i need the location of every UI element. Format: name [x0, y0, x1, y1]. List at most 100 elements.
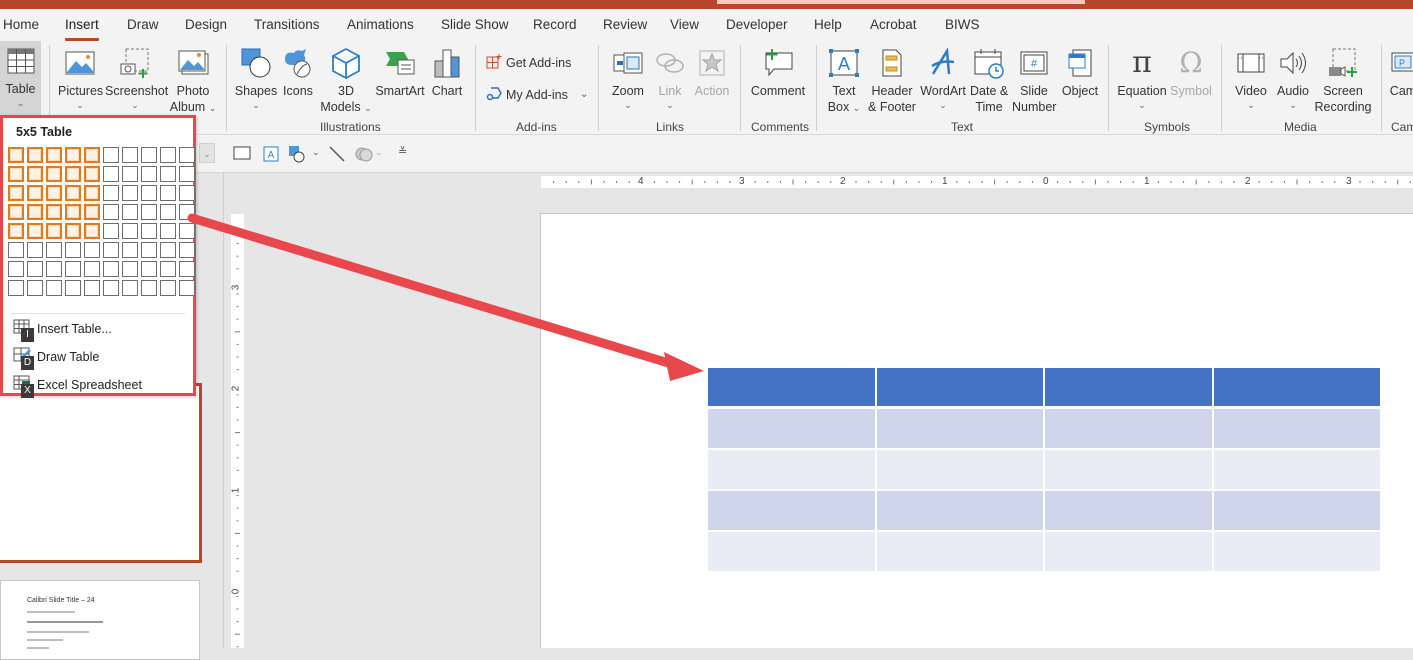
table-cell[interactable] [708, 491, 877, 532]
grid-cell[interactable] [8, 147, 24, 163]
table-cell[interactable] [876, 409, 1045, 450]
grid-cell[interactable] [141, 261, 157, 277]
grid-cell[interactable] [160, 223, 176, 239]
grid-cell[interactable] [141, 223, 157, 239]
grid-cell[interactable] [8, 223, 24, 239]
more-options-icon[interactable]: ≚ [398, 145, 407, 158]
screenshot-button[interactable]: Screenshot ⌄ [105, 43, 168, 111]
grid-cell[interactable] [84, 280, 100, 296]
header-footer-button[interactable]: Header & Footer [866, 43, 918, 115]
grid-cell[interactable] [179, 166, 195, 182]
get-addins-button[interactable]: Get Add-ins [486, 53, 571, 72]
table-cell[interactable] [708, 450, 877, 491]
icons-button[interactable]: Icons [281, 43, 315, 99]
grid-cell[interactable] [122, 280, 138, 296]
symbol-button[interactable]: Ω Symbol [1168, 43, 1214, 99]
grid-cell[interactable] [179, 242, 195, 258]
grid-cell[interactable] [84, 166, 100, 182]
grid-cell[interactable] [141, 166, 157, 182]
grid-cell[interactable] [65, 185, 81, 201]
grid-cell[interactable] [122, 166, 138, 182]
shapes-button[interactable]: Shapes ⌄ [234, 43, 278, 111]
grid-cell[interactable] [27, 280, 43, 296]
grid-cell[interactable] [27, 166, 43, 182]
table-cell[interactable] [1213, 491, 1382, 532]
grid-cell[interactable] [65, 166, 81, 182]
table-cell[interactable] [1213, 532, 1382, 573]
table-cell[interactable] [876, 532, 1045, 573]
tab-slide-show[interactable]: Slide Show [441, 17, 509, 32]
grid-cell[interactable] [8, 280, 24, 296]
grid-cell[interactable] [46, 166, 62, 182]
tab-acrobat[interactable]: Acrobat [870, 17, 917, 32]
table-cell[interactable] [1045, 532, 1214, 573]
search-box[interactable] [717, 0, 1085, 4]
arrange-icon[interactable]: ⌄ [354, 145, 384, 168]
photo-album-button[interactable]: Photo Album ⌄ [168, 43, 218, 115]
grid-cell[interactable] [103, 185, 119, 201]
grid-cell[interactable] [84, 261, 100, 277]
grid-cell[interactable] [141, 147, 157, 163]
slide-number-button[interactable]: # Slide Number [1012, 43, 1056, 115]
3d-models-button[interactable]: 3D Models ⌄ [320, 43, 372, 115]
grid-cell[interactable] [27, 204, 43, 220]
table-cell[interactable] [1213, 368, 1382, 409]
slide-thumbnail-1-selected[interactable] [0, 383, 202, 563]
grid-cell[interactable] [141, 185, 157, 201]
grid-cell[interactable] [84, 147, 100, 163]
grid-cell[interactable] [8, 166, 24, 182]
action-button[interactable]: Action [692, 43, 732, 99]
grid-cell[interactable] [160, 204, 176, 220]
grid-cell[interactable] [46, 242, 62, 258]
grid-cell[interactable] [27, 223, 43, 239]
grid-cell[interactable] [65, 223, 81, 239]
grid-cell[interactable] [65, 147, 81, 163]
tab-help[interactable]: Help [814, 17, 842, 32]
smartart-button[interactable]: SmartArt [374, 43, 426, 99]
grid-cell[interactable] [160, 166, 176, 182]
table-cell[interactable] [708, 409, 877, 450]
grid-cell[interactable] [65, 261, 81, 277]
rectangle-shape-icon[interactable] [233, 145, 251, 166]
grid-cell[interactable] [160, 261, 176, 277]
grid-cell[interactable] [46, 185, 62, 201]
grid-cell[interactable] [27, 147, 43, 163]
grid-cell[interactable] [65, 204, 81, 220]
video-button[interactable]: Video ⌄ [1232, 43, 1270, 111]
insert-table-menu-item[interactable]: I Insert Table... [11, 319, 112, 342]
table-cell[interactable] [1045, 450, 1214, 491]
grid-cell[interactable] [160, 147, 176, 163]
grid-cell[interactable] [179, 147, 195, 163]
my-addins-button[interactable]: My Add-ins ⌄ [486, 85, 588, 104]
tab-biws[interactable]: BIWS [945, 17, 980, 32]
tab-insert[interactable]: Insert [65, 17, 99, 41]
wordart-button[interactable]: WordArt ⌄ [920, 43, 966, 111]
grid-cell[interactable] [27, 242, 43, 258]
grid-cell[interactable] [103, 280, 119, 296]
grid-cell[interactable] [160, 242, 176, 258]
grid-cell[interactable] [160, 185, 176, 201]
text-box-button[interactable]: A Text Box ⌄ [826, 43, 862, 115]
grid-cell[interactable] [122, 242, 138, 258]
grid-cell[interactable] [8, 204, 24, 220]
grid-cell[interactable] [27, 261, 43, 277]
tab-design[interactable]: Design [185, 17, 227, 32]
tab-developer[interactable]: Developer [726, 17, 788, 32]
grid-cell[interactable] [84, 242, 100, 258]
audio-button[interactable]: Audio ⌄ [1274, 43, 1312, 111]
link-button[interactable]: Link ⌄ [654, 43, 686, 111]
grid-cell[interactable] [179, 280, 195, 296]
grid-cell[interactable] [179, 261, 195, 277]
grid-cell[interactable] [8, 185, 24, 201]
grid-cell[interactable] [103, 204, 119, 220]
tab-animations[interactable]: Animations [347, 17, 414, 32]
grid-cell[interactable] [179, 223, 195, 239]
cameo-button[interactable]: P Cam [1388, 43, 1413, 99]
date-time-button[interactable]: Date & Time [970, 43, 1008, 115]
object-button[interactable]: Object [1060, 43, 1100, 99]
grid-cell[interactable] [122, 223, 138, 239]
line-shape-icon[interactable] [328, 145, 346, 168]
grid-cell[interactable] [122, 204, 138, 220]
grid-cell[interactable] [84, 185, 100, 201]
grid-cell[interactable] [8, 261, 24, 277]
